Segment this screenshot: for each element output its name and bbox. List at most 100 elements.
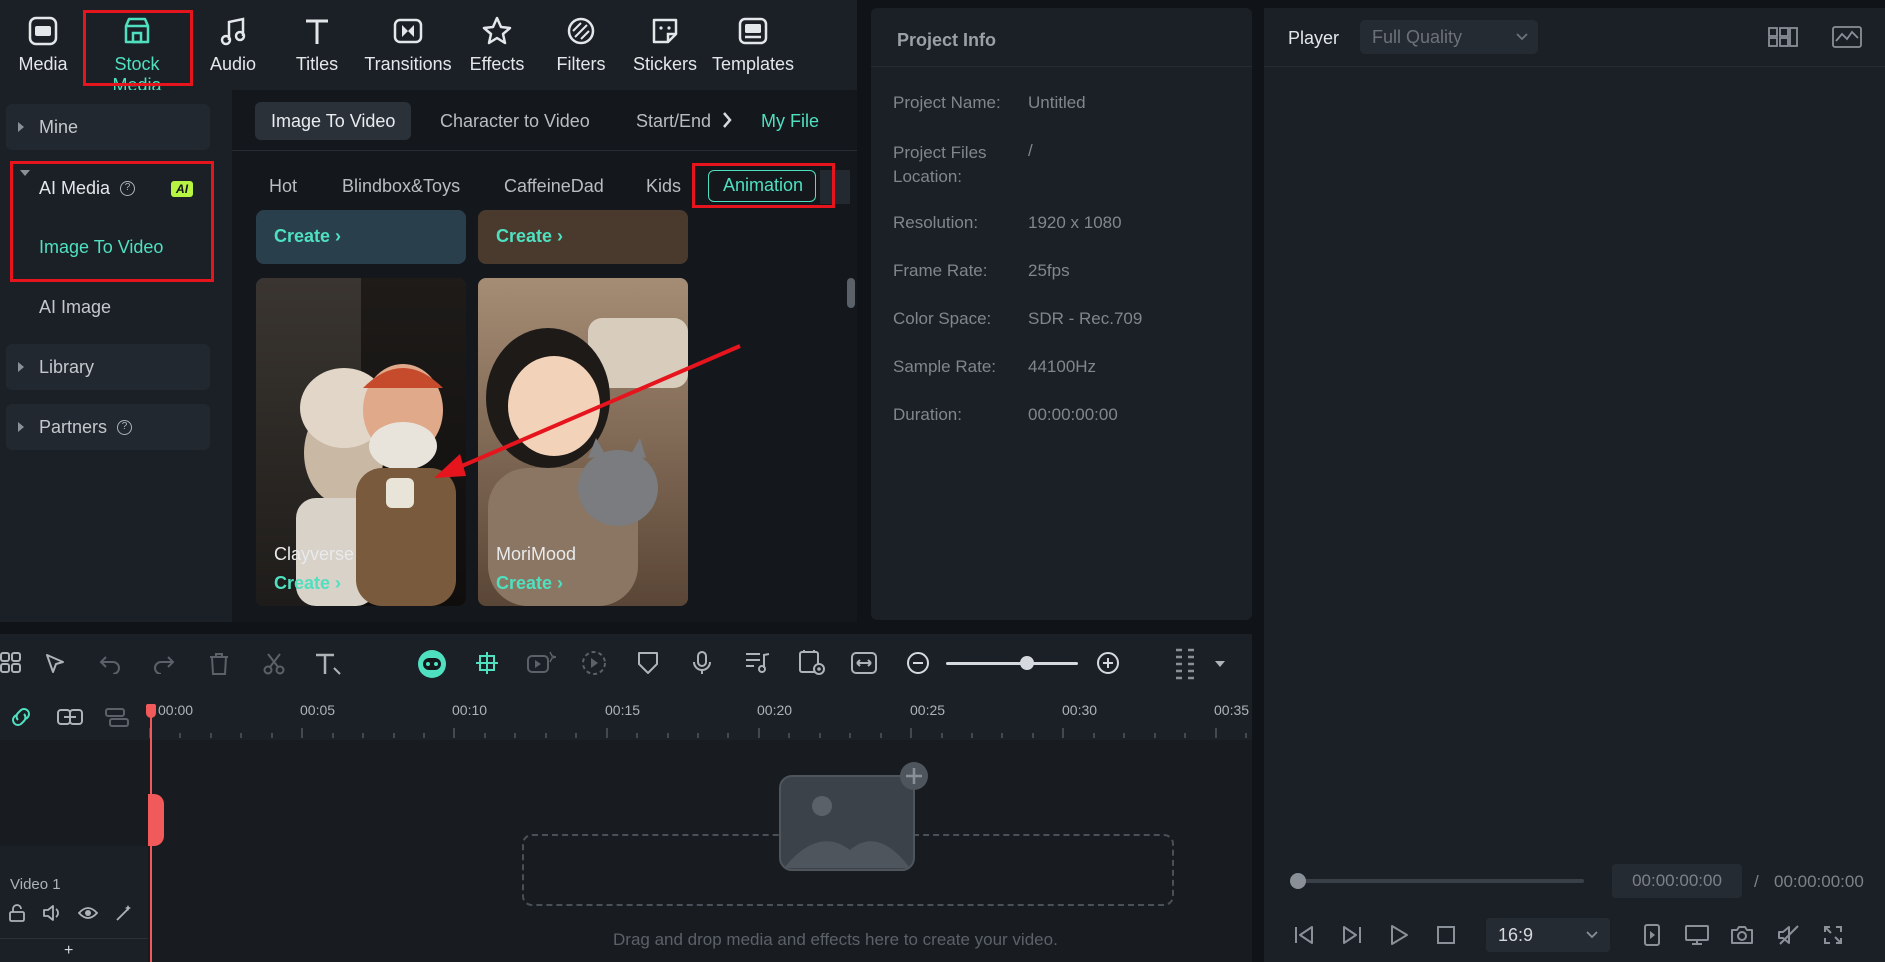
snapshot-camera-icon[interactable] (1730, 924, 1754, 946)
fit-timeline-icon[interactable] (850, 650, 878, 676)
track-magic-wand-icon[interactable] (114, 904, 134, 922)
ruler-label: 00:35 (1214, 702, 1250, 718)
resolution-label: Resolution: (893, 213, 979, 232)
render-preview-icon[interactable] (1642, 923, 1662, 947)
tab-titles[interactable]: Titles (274, 14, 360, 84)
track-layout-icon[interactable] (104, 706, 130, 728)
aspect-ratio-dropdown[interactable]: 16:9 (1486, 918, 1610, 952)
duration-value: 00:00:00:00 (1028, 405, 1118, 424)
sidebar-item-ai-image[interactable]: AI Image (39, 297, 111, 318)
split-scissors-icon[interactable] (262, 652, 286, 676)
layout-grid-icon[interactable] (1768, 26, 1798, 48)
tab-start-end[interactable]: Start/End (636, 111, 718, 132)
timeline-settings-icon[interactable] (1174, 648, 1196, 680)
microphone-icon[interactable] (692, 650, 712, 676)
mute-audio-icon[interactable] (1776, 924, 1800, 946)
frame-rate-value: 25fps (1028, 261, 1070, 280)
category-hot[interactable]: Hot (269, 176, 297, 197)
audio-list-icon[interactable] (744, 650, 770, 674)
sidebar-item-library-label: Library (39, 356, 95, 377)
tab-media[interactable]: Media (0, 14, 86, 84)
fullscreen-icon[interactable] (1822, 924, 1844, 946)
redo-icon[interactable] (152, 654, 176, 674)
tab-image-to-video[interactable]: Image To Video (255, 102, 412, 140)
card-title: MoriMood (496, 544, 577, 564)
card-create-link[interactable]: Create › (274, 226, 341, 247)
lock-track-icon[interactable] (8, 904, 26, 922)
content-scrollbar[interactable] (847, 278, 855, 308)
time-separator: / (1754, 872, 1759, 891)
text-tool-icon[interactable] (314, 652, 342, 676)
resolution-value: 1920 x 1080 (1028, 213, 1122, 232)
track-audio-icon[interactable] (42, 904, 62, 922)
category-blindbox-toys[interactable]: Blindbox&Toys (342, 176, 460, 197)
tab-stickers[interactable]: Stickers (622, 14, 708, 84)
zoom-in-icon[interactable] (1096, 651, 1120, 675)
player-progress-track[interactable] (1294, 879, 1584, 883)
expand-arrow-icon (18, 422, 24, 432)
player-progress-handle[interactable] (1290, 873, 1306, 889)
chevron-down-icon[interactable] (1214, 660, 1226, 668)
play-icon[interactable] (1388, 924, 1410, 946)
keyframe-preview-icon[interactable] (798, 650, 826, 676)
card-create-link[interactable]: Create › (496, 226, 563, 247)
add-media-image-icon[interactable] (778, 760, 934, 872)
tabs-scroll-right-icon[interactable] (720, 109, 734, 131)
track-visibility-eye-icon[interactable] (78, 905, 98, 921)
zoom-slider-track[interactable] (946, 662, 1078, 665)
timeline-ruler[interactable]: 00:00 00:05 00:10 00:15 00:20 00:25 00:3… (0, 694, 1252, 740)
category-caffeinedad[interactable]: CaffeineDad (504, 176, 604, 197)
sidebar-item-library[interactable]: Library (6, 344, 210, 390)
help-icon[interactable]: ? (117, 419, 133, 435)
card-top-right[interactable]: Create › (478, 210, 688, 264)
zoom-out-icon[interactable] (906, 651, 930, 675)
previous-frame-icon[interactable] (1292, 924, 1316, 946)
tab-transitions[interactable]: Transitions (364, 14, 452, 84)
project-files-location-value: / (1028, 141, 1033, 160)
playhead-tab[interactable] (148, 794, 164, 846)
select-cursor-icon[interactable] (44, 652, 68, 676)
tab-my-file[interactable]: My File (761, 111, 819, 132)
add-track-button[interactable]: + (64, 942, 73, 960)
tab-titles-label: Titles (295, 54, 339, 74)
marker-shield-icon[interactable] (636, 650, 660, 676)
link-icon[interactable] (8, 706, 34, 728)
display-settings-icon[interactable] (1684, 924, 1710, 946)
templates-icon (736, 14, 770, 48)
playback-speed-icon[interactable] (580, 650, 608, 676)
sidebar-item-partners[interactable]: Partners ? (6, 404, 210, 450)
card-create-link[interactable]: Create › (274, 573, 341, 594)
effects-icon (480, 14, 514, 48)
ai-video-icon[interactable] (526, 650, 556, 676)
category-kids[interactable]: Kids (646, 176, 681, 197)
ruler-label: 00:25 (910, 702, 946, 718)
card-create-link[interactable]: Create › (496, 573, 563, 594)
apps-grid-icon[interactable] (0, 652, 22, 674)
delete-icon[interactable] (208, 652, 230, 676)
stop-icon[interactable] (1436, 925, 1456, 945)
tab-character-to-video[interactable]: Character to Video (440, 111, 590, 132)
tab-audio[interactable]: Audio (190, 14, 276, 84)
undo-icon[interactable] (98, 654, 122, 674)
next-frame-icon[interactable] (1340, 924, 1364, 946)
tabs-divider (232, 150, 857, 151)
ai-copilot-icon[interactable] (416, 648, 448, 680)
snap-magnet-icon[interactable] (474, 650, 500, 676)
tab-effects[interactable]: Effects (454, 14, 540, 84)
tab-filters[interactable]: Filters (538, 14, 624, 84)
media-icon (26, 14, 60, 48)
sidebar-item-mine[interactable]: Mine (6, 104, 210, 150)
tab-templates[interactable]: Templates (708, 14, 798, 84)
project-info-title: Project Info (897, 30, 997, 50)
card-top-left[interactable]: Create › (256, 210, 466, 264)
zoom-slider-handle[interactable] (1020, 656, 1034, 670)
waveform-monitor-icon[interactable] (1832, 26, 1862, 48)
stickers-icon (648, 14, 682, 48)
group-link-icon[interactable] (56, 706, 84, 728)
tab-stickers-label: Stickers (632, 54, 697, 74)
playhead-handle[interactable] (146, 704, 156, 718)
highlight-animation (692, 163, 835, 208)
current-time-field[interactable]: 00:00:00:00 (1612, 864, 1742, 898)
quality-dropdown[interactable]: Full Quality (1360, 20, 1538, 54)
transitions-icon (391, 14, 425, 48)
